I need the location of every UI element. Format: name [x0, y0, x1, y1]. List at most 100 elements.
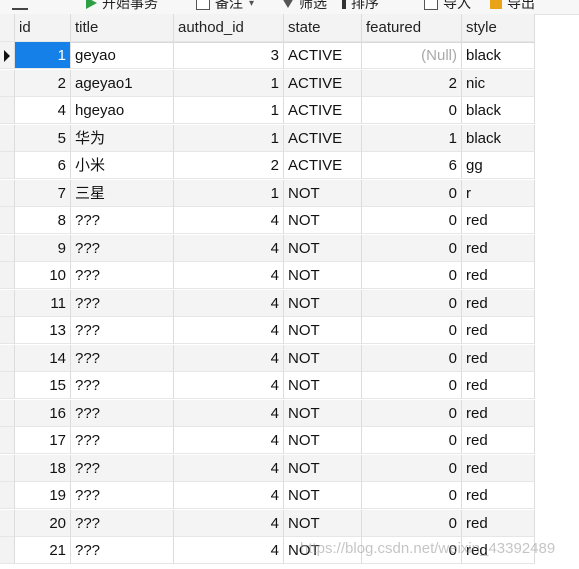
table-row[interactable]: 19??? 4 NOT 0 red — [0, 482, 535, 509]
cell-title[interactable]: ??? — [71, 207, 174, 234]
row-indicator[interactable] — [0, 179, 15, 207]
cell-authod-id[interactable]: 4 — [174, 317, 284, 344]
table-row[interactable]: 18??? 4 NOT 0 red — [0, 454, 535, 482]
cell-state[interactable]: ACTIVE — [284, 124, 362, 152]
cell-featured[interactable]: 2 — [362, 69, 462, 97]
cell-title[interactable]: ??? — [71, 509, 174, 537]
cell-state[interactable]: NOT — [284, 344, 362, 372]
cell-title[interactable]: 三星 — [71, 179, 174, 207]
cell-state[interactable]: NOT — [284, 454, 362, 482]
cell-featured[interactable]: 0 — [362, 399, 462, 427]
cell-featured[interactable]: 0 — [362, 427, 462, 454]
row-indicator[interactable] — [0, 399, 15, 427]
cell-featured[interactable]: 0 — [362, 537, 462, 564]
row-indicator[interactable] — [0, 152, 15, 179]
cell-state[interactable]: ACTIVE — [284, 42, 362, 69]
cell-style[interactable]: red — [462, 207, 535, 234]
cell-featured[interactable]: 0 — [362, 97, 462, 124]
row-indicator[interactable] — [0, 289, 15, 317]
cell-id[interactable]: 1 — [15, 42, 71, 69]
cell-authod-id[interactable]: 4 — [174, 234, 284, 262]
cell-title[interactable]: ??? — [71, 537, 174, 564]
cell-style[interactable]: red — [462, 427, 535, 454]
cell-authod-id[interactable]: 4 — [174, 399, 284, 427]
table-row[interactable]: 16??? 4 NOT 0 red — [0, 399, 535, 427]
table-row[interactable]: 14??? 4 NOT 0 red — [0, 344, 535, 372]
cell-style[interactable]: red — [462, 372, 535, 399]
cell-state[interactable]: NOT — [284, 537, 362, 564]
cell-featured[interactable]: 0 — [362, 179, 462, 207]
cell-state[interactable]: NOT — [284, 399, 362, 427]
cell-authod-id[interactable]: 1 — [174, 124, 284, 152]
cell-state[interactable]: NOT — [284, 509, 362, 537]
cell-state[interactable]: ACTIVE — [284, 152, 362, 179]
row-indicator[interactable] — [0, 454, 15, 482]
row-indicator[interactable] — [0, 372, 15, 399]
cell-title[interactable]: ??? — [71, 482, 174, 509]
cell-title[interactable]: 华为 — [71, 124, 174, 152]
cell-state[interactable]: ACTIVE — [284, 97, 362, 124]
cell-style[interactable]: red — [462, 454, 535, 482]
cell-authod-id[interactable]: 4 — [174, 372, 284, 399]
cell-featured[interactable]: 0 — [362, 207, 462, 234]
cell-id[interactable]: 17 — [15, 427, 71, 454]
cell-id[interactable]: 20 — [15, 509, 71, 537]
cell-authod-id[interactable]: 4 — [174, 454, 284, 482]
table-row[interactable]: 4 hgeyao 1 ACTIVE 0 black — [0, 97, 535, 124]
cell-authod-id[interactable]: 3 — [174, 42, 284, 69]
cell-id[interactable]: 21 — [15, 537, 71, 564]
row-indicator[interactable] — [0, 124, 15, 152]
cell-id[interactable]: 10 — [15, 262, 71, 289]
cell-state[interactable]: NOT — [284, 372, 362, 399]
cell-featured[interactable]: 0 — [362, 234, 462, 262]
cell-authod-id[interactable]: 4 — [174, 427, 284, 454]
cell-authod-id[interactable]: 4 — [174, 482, 284, 509]
cell-featured[interactable]: 0 — [362, 344, 462, 372]
table-row[interactable]: 6 小米 2 ACTIVE 6 gg — [0, 152, 535, 179]
column-header-id[interactable]: id — [15, 14, 71, 42]
cell-featured[interactable]: 0 — [362, 262, 462, 289]
table-row[interactable]: 21??? 4 NOT 0 red — [0, 537, 535, 564]
table-row[interactable]: 9??? 4 NOT 0 red — [0, 234, 535, 262]
table-row[interactable]: 2 ageyao1 1 ACTIVE 2 nic — [0, 69, 535, 97]
cell-id[interactable]: 13 — [15, 317, 71, 344]
cell-style[interactable]: gg — [462, 152, 535, 179]
cell-state[interactable]: NOT — [284, 482, 362, 509]
cell-style[interactable]: red — [462, 482, 535, 509]
cell-style[interactable]: red — [462, 399, 535, 427]
cell-title[interactable]: ??? — [71, 262, 174, 289]
row-indicator[interactable] — [0, 42, 15, 69]
cell-style[interactable]: red — [462, 537, 535, 564]
cell-id[interactable]: 16 — [15, 399, 71, 427]
cell-title[interactable]: 小米 — [71, 152, 174, 179]
column-header-state[interactable]: state — [284, 14, 362, 42]
row-indicator[interactable] — [0, 482, 15, 509]
row-indicator[interactable] — [0, 207, 15, 234]
cell-title[interactable]: ??? — [71, 427, 174, 454]
cell-featured[interactable]: 0 — [362, 482, 462, 509]
row-indicator[interactable] — [0, 344, 15, 372]
cell-id[interactable]: 6 — [15, 152, 71, 179]
cell-title[interactable]: ??? — [71, 289, 174, 317]
row-indicator[interactable] — [0, 427, 15, 454]
cell-id[interactable]: 18 — [15, 454, 71, 482]
row-indicator[interactable] — [0, 317, 15, 344]
cell-authod-id[interactable]: 4 — [174, 207, 284, 234]
table-row[interactable]: 13??? 4 NOT 0 red — [0, 317, 535, 344]
cell-featured[interactable]: 6 — [362, 152, 462, 179]
cell-title[interactable]: ??? — [71, 317, 174, 344]
column-header-title[interactable]: title — [71, 14, 174, 42]
cell-authod-id[interactable]: 1 — [174, 179, 284, 207]
cell-state[interactable]: NOT — [284, 427, 362, 454]
row-indicator[interactable] — [0, 69, 15, 97]
cell-authod-id[interactable]: 2 — [174, 152, 284, 179]
cell-id[interactable]: 4 — [15, 97, 71, 124]
column-header-featured[interactable]: featured — [362, 14, 462, 42]
column-header-style[interactable]: style — [462, 14, 535, 42]
table-row[interactable]: 5 华为 1 ACTIVE 1 black — [0, 124, 535, 152]
cell-title[interactable]: ??? — [71, 454, 174, 482]
cell-authod-id[interactable]: 1 — [174, 97, 284, 124]
cell-style[interactable]: black — [462, 42, 535, 69]
cell-state[interactable]: ACTIVE — [284, 69, 362, 97]
filter-button[interactable]: 筛选 — [282, 0, 327, 13]
